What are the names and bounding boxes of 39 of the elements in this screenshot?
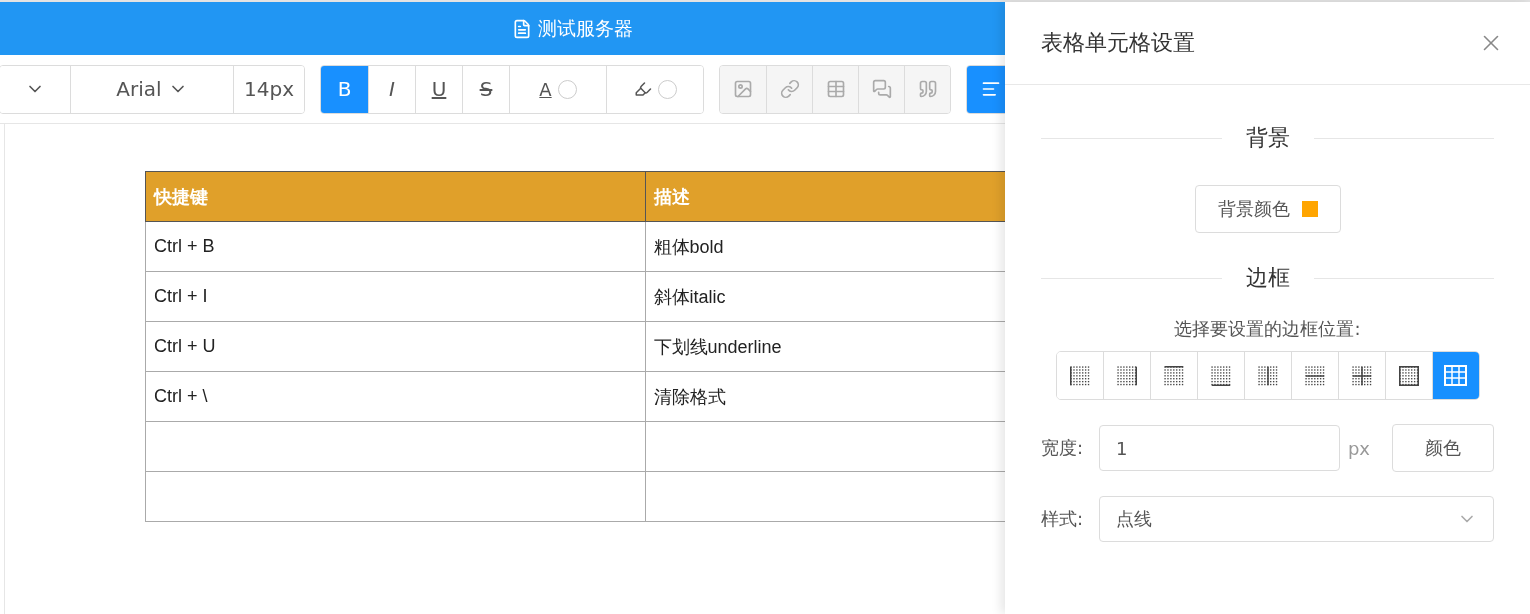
section-heading: 边框 <box>1245 264 1290 292</box>
unit-label: px <box>1347 437 1370 459</box>
style-select[interactable]: 点线 <box>1099 496 1494 542</box>
border-icon <box>1116 365 1137 386</box>
width-input[interactable]: 1 <box>1099 425 1340 471</box>
table-cell: Ctrl + \ <box>145 371 645 422</box>
border-icon <box>1304 365 1325 386</box>
highlighter-icon <box>633 80 652 98</box>
table-header-cell: 描述 <box>645 171 1005 222</box>
field-label: 宽度: <box>1041 436 1085 460</box>
align-button[interactable] <box>967 65 1005 113</box>
border-icon <box>1351 365 1372 386</box>
table-cell: Ctrl + B <box>145 221 645 272</box>
grid-icon <box>1444 364 1467 387</box>
panel-title: 表格单元格设置 <box>1041 29 1195 57</box>
border-icon <box>1163 365 1184 386</box>
table-cell: Ctrl + I <box>145 271 645 322</box>
link-icon <box>779 79 800 99</box>
comment-icon <box>871 79 892 99</box>
background-color-button[interactable]: 背景颜色 <box>1194 185 1341 233</box>
color-button[interactable] <box>606 65 703 113</box>
window-title: 测试服务器 <box>538 15 633 41</box>
align-left-icon <box>980 79 1001 99</box>
image-icon <box>733 79 753 99</box>
table-header-cell: 快捷键 <box>145 171 645 222</box>
border-icon <box>1398 365 1419 386</box>
section-heading: 背景 <box>1245 124 1290 152</box>
color-swatch <box>1301 201 1318 217</box>
border-icon <box>1069 365 1090 386</box>
table-cell: Ctrl + U <box>145 321 645 372</box>
border-icon <box>1210 365 1231 386</box>
field-label: 样式: <box>1041 507 1085 531</box>
font-size-select[interactable]: 14px <box>233 65 304 113</box>
border-icon <box>1257 365 1278 386</box>
table-icon <box>825 79 846 99</box>
border-color-button[interactable]: 颜色 <box>1392 424 1494 472</box>
quote-icon <box>917 79 938 99</box>
document-icon <box>512 18 532 39</box>
border-prompt: 选择要设置的边框位置: <box>1174 317 1361 341</box>
